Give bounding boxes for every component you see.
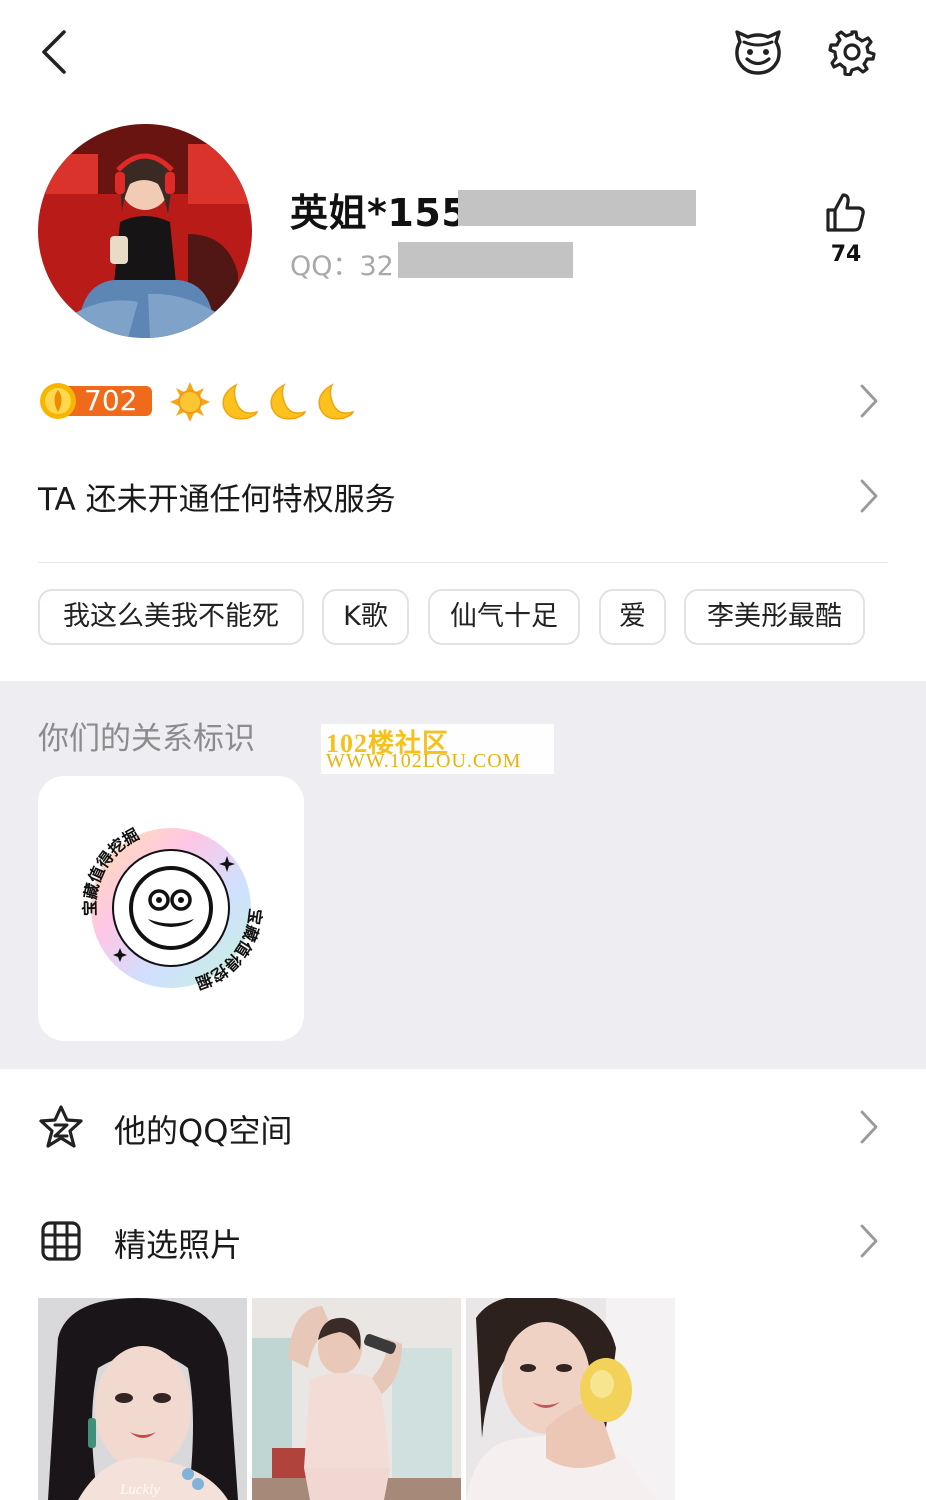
relationship-title: 你们的关系标识 [38, 721, 255, 757]
settings-button[interactable] [828, 28, 876, 76]
nickname: 英姐*155 [290, 191, 469, 235]
pet-button[interactable] [732, 28, 784, 76]
level-number: 702 [84, 384, 138, 417]
avatar-photo [38, 124, 252, 338]
redaction-mask [398, 242, 573, 278]
back-button[interactable] [30, 26, 80, 78]
chevron-right-icon [858, 1223, 880, 1259]
photo-thumbnail[interactable] [466, 1298, 675, 1500]
moon-icon [264, 380, 308, 424]
grid-icon [38, 1218, 84, 1264]
tag-chip[interactable]: 我这么美我不能死 [38, 589, 304, 645]
chevron-right-icon [858, 478, 880, 514]
privilege-text: TA 还未开通任何特权服务 [38, 482, 396, 518]
relationship-card[interactable]: 宝藏值得挖掘 宝藏值得挖掘 [38, 776, 304, 1041]
moon-icon [312, 380, 356, 424]
qq-number: QQ：32 [290, 251, 394, 282]
tag-chip[interactable]: 爱 [599, 589, 666, 645]
like-button[interactable] [822, 190, 868, 236]
photo-image [466, 1298, 675, 1500]
thumbs-up-icon [826, 193, 865, 232]
gear-icon [828, 30, 876, 76]
moon-icon [216, 380, 260, 424]
tag-chip[interactable]: K歌 [322, 589, 409, 645]
qq-zone-label: 他的QQ空间 [114, 1112, 293, 1150]
chevron-right-icon [858, 383, 880, 419]
photo-image [38, 1298, 247, 1500]
crown-coin-icon [40, 383, 76, 419]
divider [38, 562, 888, 563]
tag-chip[interactable]: 李美彤最酷 [684, 589, 865, 645]
watermark-line2: WWW.102LOU.COM [326, 750, 522, 772]
sun-icon [168, 380, 212, 424]
treasure-badge-icon: 宝藏值得挖掘 宝藏值得挖掘 [80, 825, 265, 993]
chevron-left-icon [42, 30, 66, 74]
likes-count: 74 [830, 242, 862, 267]
pet-face-icon [735, 30, 781, 75]
redaction-mask [458, 190, 696, 226]
featured-photos-label: 精选照片 [114, 1226, 243, 1264]
avatar[interactable] [38, 124, 252, 338]
star-icon [38, 1104, 84, 1150]
tag-chip[interactable]: 仙气十足 [428, 589, 580, 645]
photo-thumbnail[interactable]: Luckly [38, 1298, 247, 1500]
level-badge: 702 [38, 382, 154, 420]
photo-caption: Luckly [120, 1482, 160, 1498]
photo-thumbnail[interactable] [252, 1298, 461, 1500]
chevron-right-icon [858, 1109, 880, 1145]
photo-image [252, 1298, 461, 1500]
